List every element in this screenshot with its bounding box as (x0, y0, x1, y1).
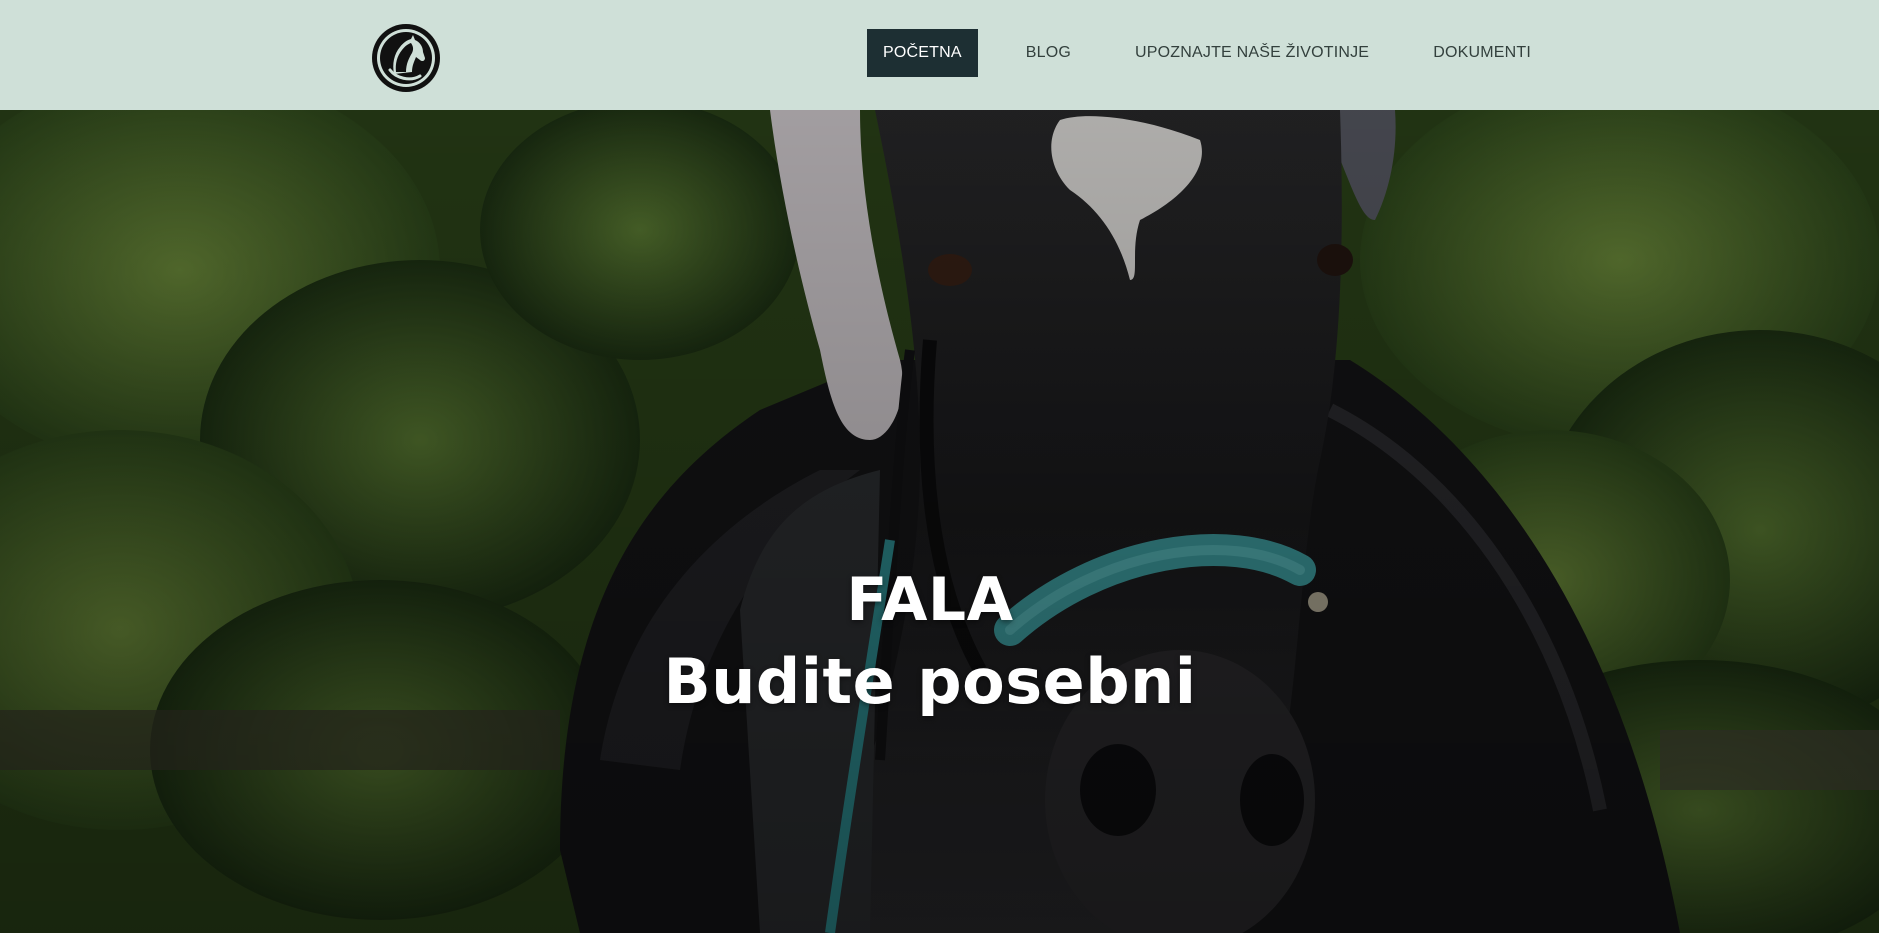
nav-item-pocetna[interactable]: POČETNA (867, 29, 978, 77)
hero-section: FALA Budite posebni (0, 110, 1879, 933)
page: POČETNA BLOG UPOZNAJTE NAŠE ŽIVOTINJE DO… (0, 0, 1879, 933)
main-nav: POČETNA BLOG UPOZNAJTE NAŠE ŽIVOTINJE DO… (867, 29, 1547, 77)
hero-background-image (0, 110, 1879, 933)
nav-item-blog[interactable]: BLOG (1010, 29, 1087, 77)
site-header: POČETNA BLOG UPOZNAJTE NAŠE ŽIVOTINJE DO… (0, 0, 1879, 110)
nav-item-dokumenti[interactable]: DOKUMENTI (1417, 29, 1547, 77)
horse-logo-icon[interactable] (370, 22, 442, 94)
nav-item-upoznajte-nase-zivotinje[interactable]: UPOZNAJTE NAŠE ŽIVOTINJE (1119, 29, 1385, 77)
